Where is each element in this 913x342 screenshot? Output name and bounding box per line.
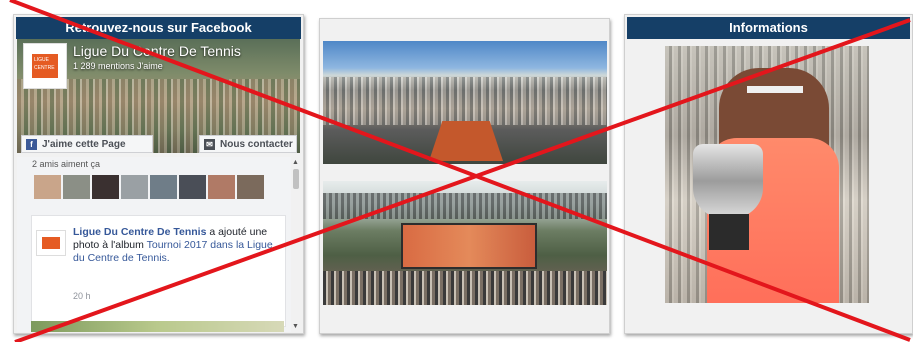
facebook-f-icon: f <box>26 139 37 150</box>
crowd <box>323 271 607 305</box>
stadium-roof <box>323 193 607 219</box>
facebook-post[interactable]: Ligue Du Centre De Tennis a ajouté une p… <box>31 215 286 327</box>
informations-panel: Informations <box>624 14 913 334</box>
facebook-page-name[interactable]: Ligue Du Centre De Tennis <box>73 43 241 59</box>
stadium-photo[interactable] <box>323 41 607 164</box>
like-page-button[interactable]: f J'aime cette Page <box>21 135 153 153</box>
facebook-panel: Retrouvez-nous sur Facebook LIGUE CENTRE … <box>13 14 304 334</box>
stadium-stands <box>323 77 607 125</box>
informations-header: Informations <box>627 17 910 39</box>
page-logo[interactable]: LIGUE CENTRE <box>23 43 67 89</box>
friend-avatar[interactable] <box>92 175 119 199</box>
friends-avatars <box>34 175 264 199</box>
messenger-icon: ✉ <box>204 139 215 150</box>
facebook-feed[interactable]: 2 amis aiment ça Ligue Du Centre De Tenn… <box>17 157 300 332</box>
friend-avatar[interactable] <box>34 175 61 199</box>
friend-avatar[interactable] <box>237 175 264 199</box>
scroll-down-arrow-icon[interactable]: ▼ <box>292 323 299 330</box>
contact-button[interactable]: ✉ Nous contacter <box>199 135 297 153</box>
photo-panel <box>319 18 610 334</box>
post-text: Ligue Du Centre De Tennis a ajouté une p… <box>73 226 278 265</box>
friends-like-label: 2 amis aiment ça <box>32 159 101 169</box>
facebook-likes-count: 1 289 mentions J'aime <box>73 61 163 71</box>
ligue-logo-mark <box>42 237 60 249</box>
feed-scrollbar[interactable]: ▲ ▼ <box>291 157 301 332</box>
friend-avatar[interactable] <box>121 175 148 199</box>
giant-screen-photo[interactable] <box>323 181 607 305</box>
ligue-logo-mark: LIGUE CENTRE <box>32 54 58 78</box>
friend-avatar[interactable] <box>63 175 90 199</box>
scroll-thumb[interactable] <box>293 169 299 189</box>
post-timestamp[interactable]: 20 h <box>73 291 91 301</box>
scroll-up-arrow-icon[interactable]: ▲ <box>292 159 299 166</box>
friend-avatar[interactable] <box>179 175 206 199</box>
trophy-icon <box>693 144 763 218</box>
post-author-link[interactable]: Ligue Du Centre De Tennis <box>73 226 206 238</box>
clay-court <box>429 121 503 161</box>
post-image[interactable] <box>31 321 284 332</box>
facebook-panel-header: Retrouvez-nous sur Facebook <box>16 17 301 39</box>
like-page-label: J'aime cette Page <box>42 139 126 150</box>
friend-avatar[interactable] <box>208 175 235 199</box>
friend-avatar[interactable] <box>150 175 177 199</box>
post-author-avatar[interactable] <box>36 230 66 256</box>
contact-label: Nous contacter <box>220 139 293 150</box>
facebook-cover-photo[interactable]: LIGUE CENTRE Ligue Du Centre De Tennis 1 … <box>17 39 300 153</box>
video-screen <box>401 223 537 269</box>
trophy-photo[interactable] <box>665 46 869 303</box>
player-headband <box>747 86 803 93</box>
trophy-base <box>709 214 749 250</box>
